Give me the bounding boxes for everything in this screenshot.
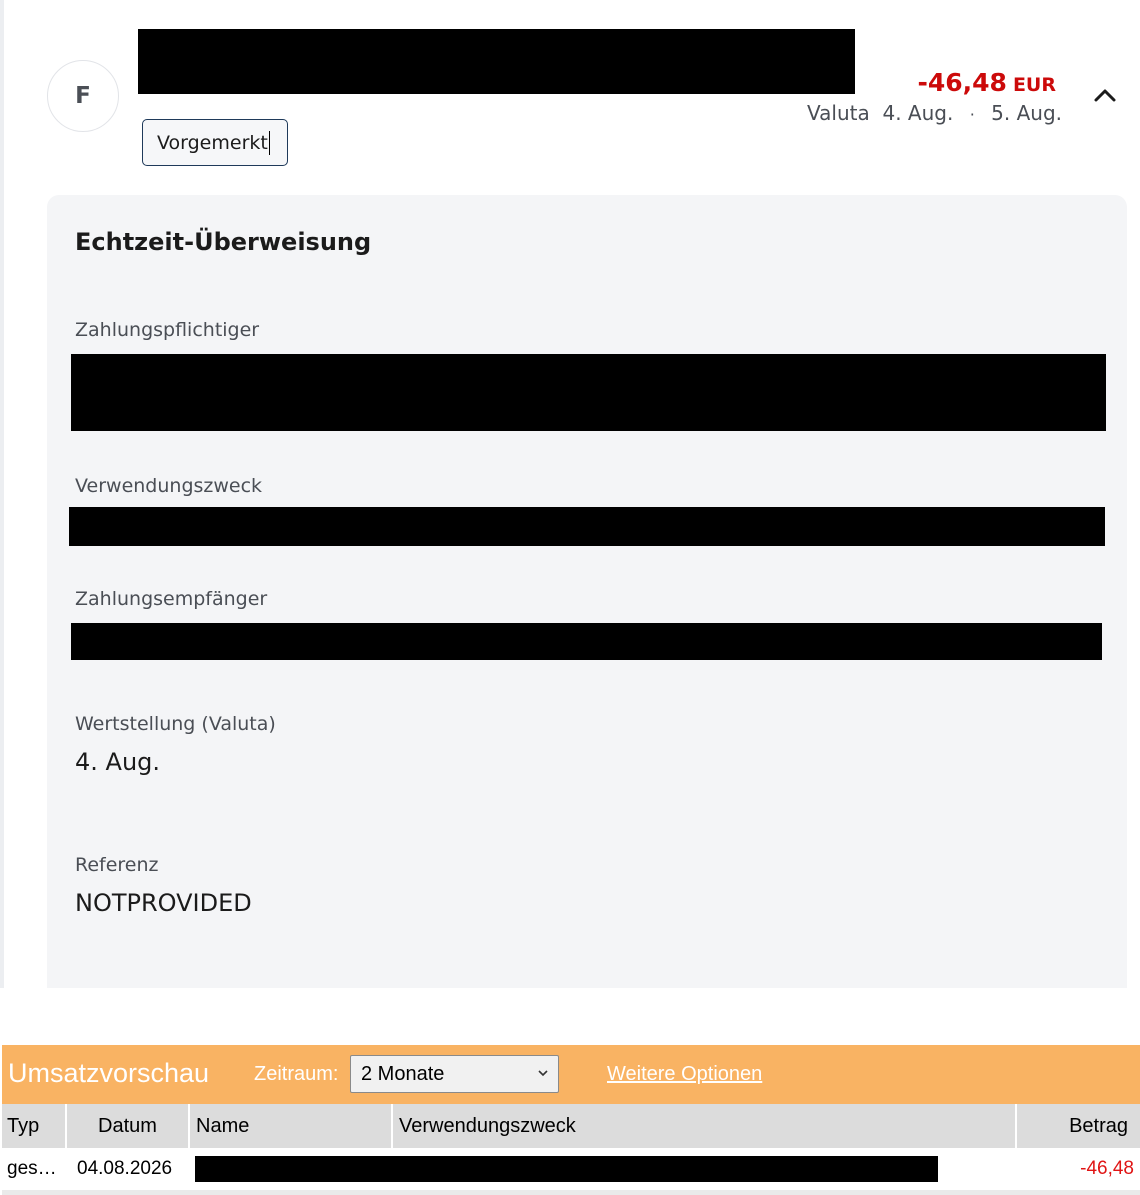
redacted-purpose xyxy=(69,507,1105,546)
status-badge-label: Vorgemerkt xyxy=(157,131,268,154)
avatar: F xyxy=(47,60,119,132)
booking-date: 5. Aug. xyxy=(991,101,1062,125)
amount-value: -46,48 xyxy=(917,68,1007,97)
payer-label: Zahlungspflichtiger xyxy=(75,319,260,341)
redacted-row-name-purpose xyxy=(195,1156,938,1182)
row-typ: ges… xyxy=(7,1158,57,1179)
umsatzvorschau-title: Umsatzvorschau xyxy=(8,1058,210,1088)
reference-label: Referenz xyxy=(75,854,159,876)
amount-currency: EUR xyxy=(1012,74,1056,96)
row-datum: 04.08.2026 xyxy=(77,1158,173,1179)
zeitraum-selected-value: 2 Monate xyxy=(361,1062,445,1085)
payee-label: Zahlungsempfänger xyxy=(75,588,268,610)
transaction-amount: -46,48 EUR xyxy=(918,68,1057,97)
column-header-name[interactable]: Name xyxy=(190,1104,391,1148)
redacted-payer xyxy=(71,354,1106,431)
left-divider xyxy=(0,0,4,988)
valuta-line: Valuta 4. Aug. · 5. Aug. xyxy=(807,101,1062,125)
purpose-label: Verwendungszweck xyxy=(75,475,263,497)
value-date-label: Wertstellung (Valuta) xyxy=(75,713,276,735)
column-header-betrag[interactable]: Betrag xyxy=(1017,1104,1140,1148)
chevron-up-icon[interactable] xyxy=(1092,84,1118,106)
row-divider xyxy=(2,1190,1140,1195)
column-header-datum[interactable]: Datum xyxy=(67,1104,188,1148)
weitere-optionen-link[interactable]: Weitere Optionen xyxy=(607,1063,762,1086)
status-badge: Vorgemerkt xyxy=(142,119,288,166)
valuta-label: Valuta xyxy=(807,101,870,125)
date-separator: · xyxy=(969,105,975,124)
redacted-payee xyxy=(71,623,1102,660)
row-betrag: -46,48 xyxy=(1080,1158,1134,1179)
text-cursor xyxy=(268,130,270,155)
zeitraum-label: Zeitraum: xyxy=(254,1063,339,1085)
valuta-date: 4. Aug. xyxy=(882,101,954,125)
reference-value: NOTPROVIDED xyxy=(75,889,252,917)
column-header-typ[interactable]: Typ xyxy=(2,1104,65,1148)
value-date: 4. Aug. xyxy=(75,748,161,776)
redacted-counterparty-name xyxy=(138,29,855,94)
chevron-down-icon xyxy=(538,1070,548,1077)
details-title: Echtzeit-Überweisung xyxy=(75,228,372,256)
zeitraum-select[interactable]: 2 Monate xyxy=(350,1055,559,1093)
column-header-verwendungszweck[interactable]: Verwendungszweck xyxy=(393,1104,1015,1148)
avatar-letter: F xyxy=(75,83,91,109)
